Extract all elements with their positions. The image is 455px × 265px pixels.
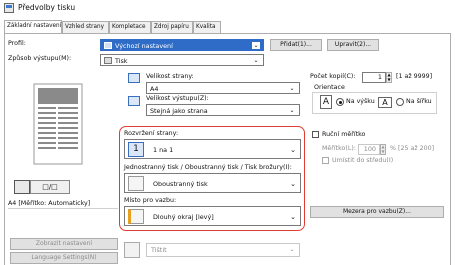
page-size-label: Velikost strany: (146, 73, 194, 80)
profile-select[interactable]: Výchozí nastavení ⌄ (100, 39, 264, 51)
output-size-select[interactable]: Stejná jako strana ⌄ (146, 104, 300, 116)
window-title: Předvolby tisku (18, 3, 76, 12)
landscape-label: Na šířku (406, 98, 432, 105)
page-size-select[interactable]: A4 ⌄ (146, 82, 300, 94)
scale-range: % [25 až 200] (390, 145, 435, 152)
duplex-label: Jednostranný tisk / Oboustranný tisk / T… (124, 164, 292, 171)
portrait-icon: A (320, 95, 332, 109)
tab-paper-source[interactable]: Zdroj papíru (151, 21, 193, 33)
profile-icon (104, 42, 112, 49)
center-checkbox[interactable] (322, 157, 329, 164)
scale-stepper[interactable]: ▲ ▼ (380, 144, 386, 155)
duplex-icon (128, 176, 144, 191)
tab-page-setup[interactable]: Vzhled strany (62, 21, 109, 33)
page-preview (28, 82, 88, 168)
layout-select[interactable]: 1 1 na 1 ⌄ (124, 139, 301, 159)
edit-profile-button[interactable]: Upravit(2)... (327, 39, 379, 51)
tab-basic-settings[interactable]: Základní nastavení (4, 20, 62, 34)
layout-icon: 1 (128, 142, 144, 157)
language-settings-button[interactable]: Language Settings(N) (10, 252, 118, 264)
chevron-down-icon: ⌄ (290, 180, 296, 188)
binding-select[interactable]: Dlouhý okraj [levý] ⌄ (124, 206, 301, 226)
printer-icon (104, 57, 112, 64)
preview-mode-toggle[interactable]: □/□ (30, 180, 70, 194)
chevron-down-icon: ⌄ (253, 57, 259, 64)
scale-label: Měřítko(L): (322, 145, 356, 152)
copies-range: [1 až 9999] (396, 73, 433, 80)
output-size-label: Velikost výstupu(Z): (146, 95, 209, 102)
output-method-label: Způsob výstupu(M): (8, 55, 72, 62)
tab-quality[interactable]: Kvalita (193, 21, 221, 33)
landscape-radio[interactable] (396, 98, 404, 106)
binding-edge-icon (128, 209, 144, 224)
color-mode-select[interactable]: Tištit ⌄ (146, 243, 300, 257)
profile-label: Profil: (8, 40, 26, 47)
chevron-down-icon: ⌄ (252, 42, 260, 49)
manual-scaling-checkbox[interactable] (312, 131, 319, 138)
binding-label: Místo pro vazbu: (124, 197, 177, 204)
manual-scaling-label: Ruční měřítko (322, 131, 366, 138)
add-profile-button[interactable]: Přidat(1)... (270, 39, 322, 51)
chevron-down-icon: ⌄ (289, 246, 295, 253)
output-tray-icon (14, 180, 30, 194)
chevron-down-icon: ⌄ (290, 213, 296, 221)
landscape-icon: A (378, 97, 392, 108)
page-size-icon (128, 73, 140, 83)
printer-app-icon (4, 3, 14, 13)
copies-label: Počet kopií(C): (310, 73, 356, 80)
chevron-down-icon: ⌄ (289, 107, 295, 114)
divider (8, 208, 118, 209)
tab-finishing[interactable]: Kompletace (109, 21, 151, 33)
color-mode-icon (124, 242, 140, 258)
layout-label: Rozvržení strany: (124, 130, 179, 137)
title-bar: Předvolby tisku (0, 0, 455, 17)
view-settings-button[interactable]: Zobrazit nastavení (10, 238, 118, 250)
copies-input[interactable]: 1 (362, 72, 386, 83)
document-preview-icon (33, 83, 83, 165)
output-size-icon (128, 96, 140, 106)
chevron-down-icon: ⌄ (290, 146, 296, 154)
portrait-radio[interactable] (336, 98, 344, 106)
scale-input[interactable]: 100 (358, 144, 380, 155)
chevron-down-icon: ⌄ (289, 85, 295, 92)
copies-stepper[interactable]: ▲ ▼ (386, 72, 392, 83)
output-method-select[interactable]: Tisk ⌄ (100, 54, 264, 66)
orientation-label: Orientace (314, 84, 345, 91)
binding-gutter-button[interactable]: Mezera pro vazbu(Z)... (310, 206, 444, 218)
portrait-label: Na výšku (346, 98, 375, 105)
duplex-select[interactable]: Oboustranný tisk ⌄ (124, 173, 301, 193)
preview-caption: A4 [Měřítko: Automaticky] (8, 200, 91, 207)
center-label: Umístit do středu(I) (332, 157, 394, 164)
